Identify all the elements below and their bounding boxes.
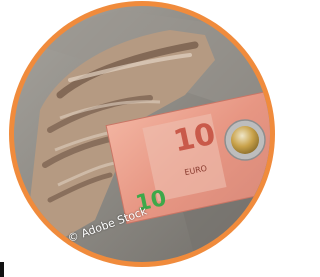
two-euro-coin	[224, 119, 266, 161]
corner-mark	[0, 262, 4, 277]
photo-frame: 10 10 EURO	[9, 1, 275, 267]
